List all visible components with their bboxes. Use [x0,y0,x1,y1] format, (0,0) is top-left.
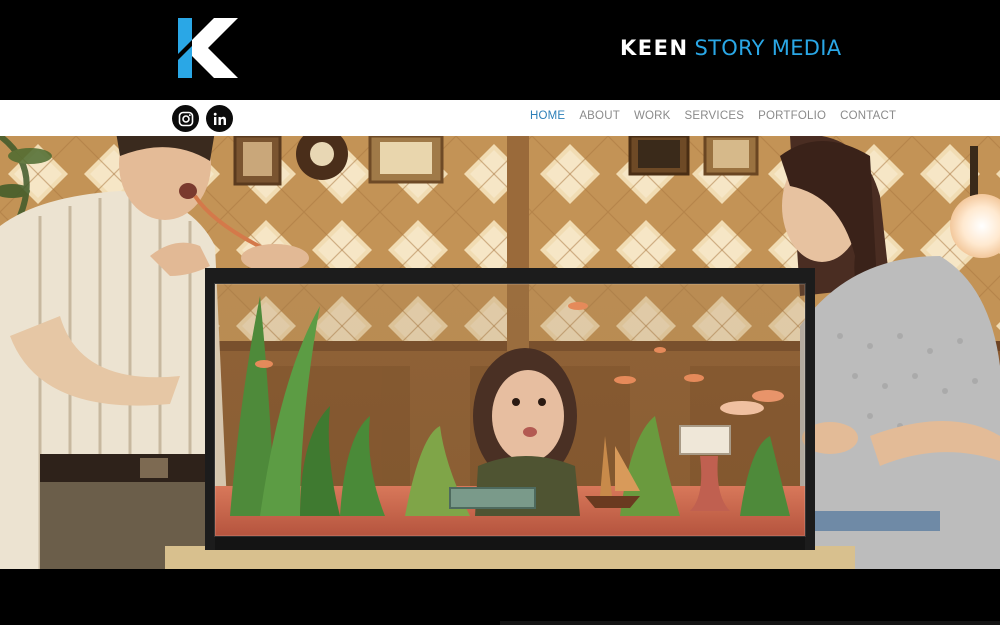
hero-video[interactable] [0,136,1000,569]
instagram-icon[interactable] [172,105,199,132]
nav-about[interactable]: ABOUT [579,110,620,122]
brand-primary: KEEN [620,36,689,60]
hero-video-still [0,136,1000,569]
brand-secondary: STORY MEDIA [694,36,842,60]
keen-logo-icon[interactable] [178,18,238,78]
nav-contact[interactable]: CONTACT [840,110,896,122]
nav-portfolio[interactable]: PORTFOLIO [758,110,826,122]
main-menu: HOME ABOUT WORK SERVICES PORTFOLIO CONTA… [530,110,896,122]
video-controls-strip [500,621,1000,625]
linkedin-icon[interactable] [206,105,233,132]
site-header [0,0,1000,100]
video-letterbox-bottom [0,569,1000,625]
nav-home[interactable]: HOME [530,110,565,122]
brand-name[interactable]: KEEN STORY MEDIA [620,36,841,60]
nav-work[interactable]: WORK [634,110,671,122]
nav-services[interactable]: SERVICES [685,110,745,122]
